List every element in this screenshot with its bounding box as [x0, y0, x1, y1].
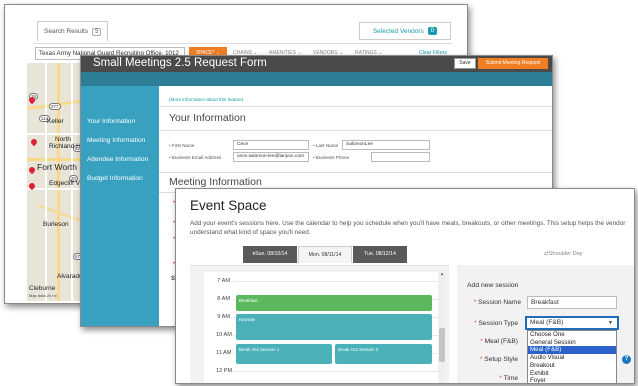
map-road	[27, 158, 87, 161]
event-space-title: Event Space	[190, 198, 267, 213]
session-type-label-text: Session Type	[478, 320, 518, 327]
divider	[159, 130, 552, 131]
map-label: Alvarado	[57, 273, 83, 280]
session-block-breakout-2[interactable]: Break Out Session 2	[335, 344, 432, 364]
session-type-option[interactable]: Choose One	[528, 331, 616, 339]
submit-meeting-request-button[interactable]: Submit Meeting Request	[478, 58, 548, 69]
hour-line	[233, 281, 438, 282]
time-label: 7 AM	[217, 278, 230, 284]
time-label: 10 AM	[216, 332, 232, 338]
calendar-scrollbar[interactable]	[439, 272, 445, 383]
map-label: Keller	[47, 118, 64, 125]
your-information-heading: Your Information	[169, 112, 246, 124]
session-type-option[interactable]: Audio Visual	[528, 354, 616, 362]
selected-vendors-count: 0	[427, 27, 438, 35]
chevron-down-icon: ▼	[608, 320, 613, 326]
shoulder-day-label: Shoulder Day	[548, 251, 583, 257]
session-block-breakfast[interactable]: Breakfast	[236, 295, 432, 311]
meeting-information-heading: Meeting Information	[169, 176, 262, 188]
session-type-dropdown[interactable]: Choose One General Session Meal (F&B) Audio…	[527, 330, 617, 383]
hour-line	[233, 371, 438, 372]
form-sidebar: Your Information Meeting Information Att…	[81, 86, 159, 326]
session-name-label-text: Session Name	[478, 299, 521, 306]
email-field[interactable]: cece.salomon-lee@lanyon.com	[233, 152, 309, 162]
session-type-option[interactable]: Meal (F&B)	[528, 346, 616, 355]
time-label: 9 AM	[217, 314, 230, 320]
first-name-label: • First Name	[169, 143, 195, 148]
divider	[159, 106, 552, 107]
day-tab-sun-label: Sun. 08/10/14	[255, 251, 288, 257]
session-type-select[interactable]: Meal (F&B) ▼	[525, 316, 619, 330]
time-label: 8 AM	[217, 296, 230, 302]
session-block-keynote[interactable]: Keynote	[236, 314, 432, 340]
search-results-tab[interactable]: Search Results 5	[37, 21, 109, 41]
sidebar-item-budget-information[interactable]: Budget Information	[87, 175, 143, 182]
session-type-option[interactable]: Foyer	[528, 377, 616, 383]
search-results-label: Search Results	[44, 28, 89, 35]
setup-style-label-text: Setup Style	[484, 356, 518, 363]
map-pin-icon[interactable]	[29, 137, 39, 147]
session-block-breakout-1[interactable]: Break Out Session 1	[236, 344, 332, 364]
scroll-up-arrow-icon[interactable]: ▲	[439, 271, 445, 276]
first-name-label-text: First Name	[171, 143, 195, 148]
save-button[interactable]: Save	[454, 58, 476, 69]
highway-shield: 377	[49, 103, 61, 110]
form-header-bar: Small Meetings 2.5 Request Form Save Sub…	[81, 56, 552, 72]
map-label: Edgecliff Vi	[49, 180, 82, 187]
phone-label-text: Business Phone	[315, 155, 350, 160]
map-label: Fort Worth	[37, 162, 77, 172]
time-field-label: * Time	[499, 375, 518, 382]
results-count-badge: 5	[92, 27, 102, 36]
sidebar-item-your-information[interactable]: Your Information	[87, 118, 135, 125]
email-label: • Business Email Address	[169, 155, 222, 160]
session-type-option[interactable]: Breakout	[528, 362, 616, 370]
time-label: 11 AM	[216, 350, 232, 356]
map-label: Richland Hi	[49, 143, 83, 150]
meal-label-text: Meal (F&B)	[484, 338, 518, 345]
map-pin-icon[interactable]	[27, 165, 37, 175]
map-footer: Map data 20 mi	[29, 293, 57, 298]
day-tab-sun[interactable]: ▾Sun. 08/10/14	[243, 246, 297, 263]
add-new-session-heading: Add new session	[467, 282, 519, 289]
time-field-label-text: Time	[503, 375, 518, 382]
session-type-option[interactable]: Exhibit	[528, 370, 616, 378]
map-label: North	[55, 136, 71, 143]
email-label-text: Business Email Address	[171, 155, 222, 160]
selected-vendors-label: Selected Vendors	[372, 27, 424, 35]
time-label: 12 PM	[216, 368, 233, 374]
session-name-label: * Session Name	[473, 299, 521, 306]
meal-label: * Meal (F&B)	[480, 338, 518, 345]
form-subheader-bar	[81, 72, 552, 86]
last-name-label: • Last Name	[313, 143, 339, 148]
session-name-input[interactable]: Breakfast	[527, 296, 617, 309]
first-name-field[interactable]: Cece	[233, 140, 309, 150]
sidebar-item-attendee-information[interactable]: Attendee Information	[87, 156, 148, 163]
selected-vendors-tab[interactable]: Selected Vendors 0	[359, 22, 451, 40]
form-title: Small Meetings 2.5 Request Form	[93, 57, 267, 69]
results-map[interactable]: 35 114 377 820 20 67 Keller North Richla…	[27, 63, 87, 301]
map-label: Cleburne	[29, 285, 56, 292]
event-space-description: Add your event's sessions here. Use the …	[190, 220, 626, 237]
divider	[159, 172, 552, 173]
sidebar-item-meeting-information[interactable]: Meeting Information	[87, 137, 145, 144]
day-tab-mon[interactable]: Mon. 08/11/14	[298, 246, 352, 263]
map-street	[27, 133, 87, 135]
help-icon[interactable]: ?	[622, 355, 631, 364]
session-type-value: Meal (F&B)	[530, 319, 564, 326]
map-label: Burleson	[43, 221, 69, 228]
phone-label: • Business Phone	[313, 155, 350, 160]
day-tab-tue[interactable]: Tue. 08/12/14	[353, 246, 407, 263]
session-type-option[interactable]: General Session	[528, 339, 616, 347]
map-street	[45, 63, 47, 301]
phone-field[interactable]	[371, 152, 430, 162]
session-type-label: * Session Type	[474, 320, 518, 327]
last-name-label-text: Last Name	[315, 143, 339, 148]
map-street	[27, 188, 87, 190]
shoulder-day-toggle[interactable]: ⇄Shoulder Day	[544, 246, 583, 263]
more-info-link[interactable]: (More information about this feature)	[169, 97, 243, 102]
last-name-field[interactable]: SalomonLee	[342, 140, 430, 150]
event-space-window: Event Space Add your event's sessions he…	[175, 188, 635, 384]
setup-style-label: * Setup Style	[479, 356, 518, 363]
